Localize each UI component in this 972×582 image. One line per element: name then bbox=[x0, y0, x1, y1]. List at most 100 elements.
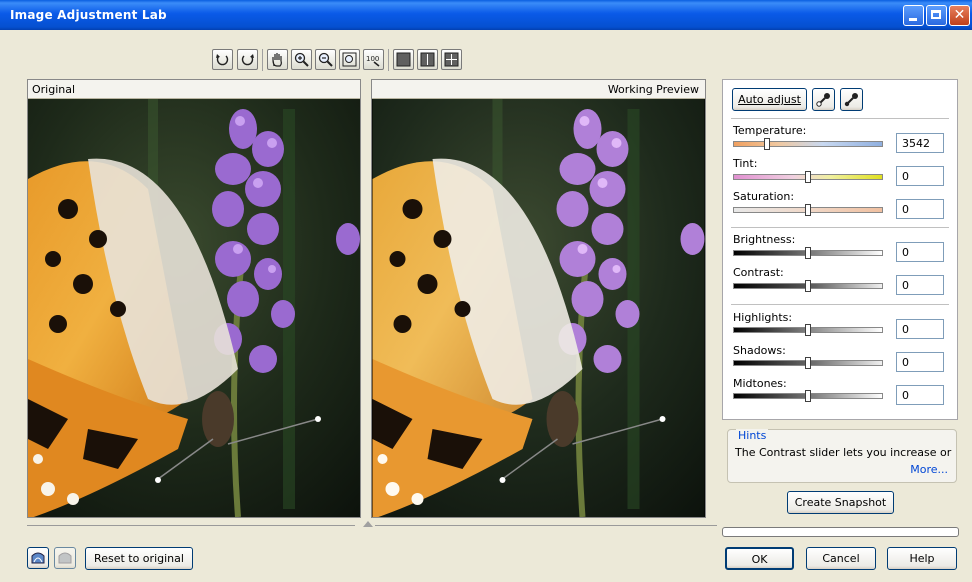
brightness-field[interactable]: 0 bbox=[896, 242, 944, 262]
single-view-icon bbox=[396, 52, 411, 67]
rotate-right-button[interactable] bbox=[237, 49, 258, 70]
ok-button[interactable]: OK bbox=[725, 547, 794, 570]
panel-separator bbox=[731, 304, 949, 305]
saturation-label: Saturation: bbox=[733, 190, 795, 203]
contrast-label: Contrast: bbox=[733, 266, 784, 279]
hints-text: The Contrast slider lets you increase or bbox=[735, 446, 952, 459]
redo-button[interactable] bbox=[54, 547, 76, 569]
hand-icon bbox=[272, 53, 282, 67]
preview-image bbox=[372, 99, 705, 517]
saturation-slider[interactable] bbox=[733, 204, 883, 216]
temperature-slider-thumb[interactable] bbox=[764, 138, 770, 150]
midtones-slider-thumb[interactable] bbox=[805, 390, 811, 402]
panel-separator bbox=[731, 227, 949, 228]
pane-splitter[interactable] bbox=[27, 521, 717, 529]
rotate-left-button[interactable] bbox=[212, 49, 233, 70]
splitter-line bbox=[375, 525, 717, 526]
undo-button[interactable] bbox=[27, 547, 49, 569]
original-image bbox=[28, 99, 360, 517]
white-eyedropper-button[interactable] bbox=[812, 88, 835, 111]
butterfly-preview-photo bbox=[372, 99, 705, 517]
shadows-slider[interactable] bbox=[733, 357, 883, 369]
brightness-label: Brightness: bbox=[733, 233, 796, 246]
zoom-in-button[interactable] bbox=[291, 49, 312, 70]
minimize-button[interactable] bbox=[903, 5, 924, 26]
black-eyedropper-button[interactable] bbox=[840, 88, 863, 111]
brightness-slider[interactable] bbox=[733, 247, 883, 259]
help-label: Help bbox=[909, 552, 935, 565]
quad-view-icon bbox=[444, 52, 459, 67]
split-view-icon bbox=[420, 52, 435, 67]
maximize-icon bbox=[931, 10, 941, 19]
zoom-fit-icon bbox=[342, 52, 357, 67]
rotate-left-icon bbox=[216, 54, 229, 66]
zoom-100-icon: 100 bbox=[366, 55, 380, 67]
app-window: Image Adjustment Lab ✕ 100 Original Work… bbox=[0, 0, 972, 582]
ok-label: OK bbox=[751, 553, 768, 566]
single-view-button[interactable] bbox=[393, 49, 414, 70]
split-view-button[interactable] bbox=[417, 49, 438, 70]
midtones-slider[interactable] bbox=[733, 390, 883, 402]
highlights-slider[interactable] bbox=[733, 324, 883, 336]
butterfly-photo bbox=[28, 99, 360, 517]
preview-pane[interactable]: Working Preview bbox=[371, 79, 706, 518]
splitter-arrow-icon[interactable] bbox=[363, 521, 373, 527]
original-pane[interactable]: Original bbox=[27, 79, 361, 518]
maximize-button[interactable] bbox=[926, 5, 947, 26]
tint-slider-thumb[interactable] bbox=[805, 171, 811, 183]
minimize-icon bbox=[909, 18, 917, 21]
help-button[interactable]: Help bbox=[887, 547, 957, 570]
splitter-line bbox=[27, 525, 355, 526]
tint-field[interactable]: 0 bbox=[896, 166, 944, 186]
shadows-label: Shadows: bbox=[733, 344, 786, 357]
shadows-field[interactable]: 0 bbox=[896, 352, 944, 372]
midtones-field[interactable]: 0 bbox=[896, 385, 944, 405]
highlights-label: Highlights: bbox=[733, 311, 793, 324]
contrast-slider-thumb[interactable] bbox=[805, 280, 811, 292]
contrast-field[interactable]: 0 bbox=[896, 275, 944, 295]
window-title: Image Adjustment Lab bbox=[10, 8, 167, 22]
hints-box: Hints The Contrast slider lets you incre… bbox=[727, 429, 957, 483]
original-pane-header: Original bbox=[28, 80, 360, 99]
auto-adjust-label: Auto adjust bbox=[738, 93, 801, 106]
pan-button[interactable] bbox=[267, 49, 288, 70]
create-snapshot-label: Create Snapshot bbox=[794, 496, 887, 509]
temperature-label: Temperature: bbox=[733, 124, 807, 137]
zoom-in-icon bbox=[294, 52, 309, 67]
auto-adjust-button[interactable]: Auto adjust bbox=[732, 88, 807, 111]
redo-icon bbox=[58, 552, 72, 564]
highlights-field[interactable]: 0 bbox=[896, 319, 944, 339]
brightness-slider-thumb[interactable] bbox=[805, 247, 811, 259]
temperature-field[interactable]: 3542 bbox=[896, 133, 944, 153]
hints-more-link[interactable]: More... bbox=[910, 463, 948, 476]
rotate-right-icon bbox=[241, 54, 254, 66]
panel-separator bbox=[731, 118, 949, 119]
quad-view-button[interactable] bbox=[441, 49, 462, 70]
cancel-label: Cancel bbox=[822, 552, 860, 565]
preview-label: Working Preview bbox=[607, 83, 699, 96]
title-bar[interactable]: Image Adjustment Lab ✕ bbox=[0, 0, 972, 30]
zoom-100-button[interactable]: 100 bbox=[363, 49, 384, 70]
close-button[interactable]: ✕ bbox=[949, 5, 970, 26]
midtones-label: Midtones: bbox=[733, 377, 787, 390]
progress-bar bbox=[722, 527, 959, 537]
contrast-slider[interactable] bbox=[733, 280, 883, 292]
saturation-slider-thumb[interactable] bbox=[805, 204, 811, 216]
reset-to-original-button[interactable]: Reset to original bbox=[85, 547, 193, 570]
shadows-slider-thumb[interactable] bbox=[805, 357, 811, 369]
eyedropper-icon bbox=[844, 93, 858, 107]
svg-text:100: 100 bbox=[366, 55, 379, 63]
tint-slider[interactable] bbox=[733, 171, 883, 183]
highlights-slider-thumb[interactable] bbox=[805, 324, 811, 336]
preview-pane-header: Working Preview bbox=[372, 80, 705, 99]
create-snapshot-button[interactable]: Create Snapshot bbox=[787, 491, 894, 514]
hints-title: Hints bbox=[736, 429, 769, 442]
saturation-field[interactable]: 0 bbox=[896, 199, 944, 219]
zoom-out-button[interactable] bbox=[315, 49, 336, 70]
temperature-slider[interactable] bbox=[733, 138, 883, 150]
zoom-fit-button[interactable] bbox=[339, 49, 360, 70]
toolbar-separator bbox=[262, 49, 263, 71]
eyedropper-icon bbox=[816, 93, 830, 107]
original-label: Original bbox=[32, 83, 76, 96]
cancel-button[interactable]: Cancel bbox=[806, 547, 876, 570]
